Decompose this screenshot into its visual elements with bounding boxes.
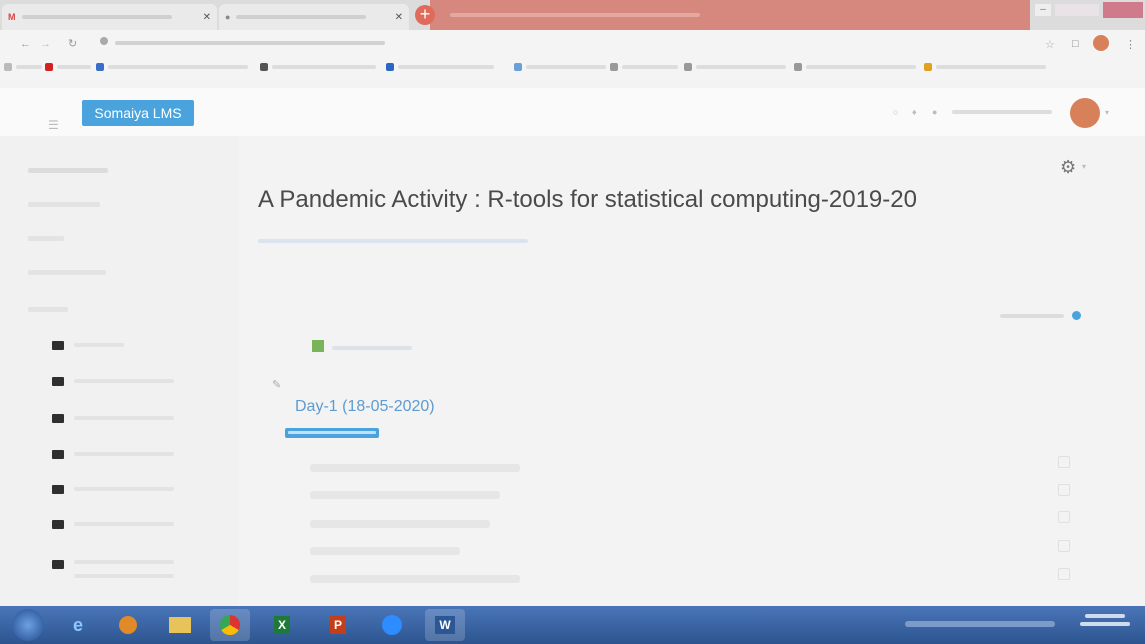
activity-link[interactable] — [310, 520, 490, 528]
gmail-icon: M — [8, 12, 16, 22]
file-explorer-icon[interactable] — [160, 609, 200, 641]
search-icon[interactable]: ○ — [893, 107, 898, 117]
maximize-icon[interactable] — [1055, 4, 1099, 16]
nav-item-competencies[interactable] — [28, 270, 106, 275]
completion-checkbox[interactable] — [1058, 484, 1070, 496]
word-icon[interactable]: W — [425, 609, 465, 641]
completion-checkbox[interactable] — [1058, 568, 1070, 580]
url-field[interactable] — [100, 37, 980, 53]
section-link[interactable] — [74, 416, 174, 420]
forward-icon[interactable]: → — [40, 38, 51, 50]
zoom-icon[interactable] — [372, 609, 412, 641]
nav-item-course[interactable] — [28, 168, 108, 173]
bookmark-6[interactable] — [610, 62, 682, 71]
lock-icon — [100, 37, 108, 45]
activity-link[interactable] — [310, 547, 460, 555]
completion-checkbox[interactable] — [1058, 540, 1070, 552]
extension-icon[interactable]: □ — [1072, 38, 1079, 50]
section-link[interactable] — [74, 487, 174, 491]
nav-item-participants[interactable] — [28, 202, 100, 207]
username-placeholder[interactable] — [952, 107, 1052, 116]
brand-logo[interactable]: Somaiya LMS — [82, 100, 194, 126]
bookmark-4[interactable] — [386, 62, 498, 71]
section-title[interactable]: Day-1 (18-05-2020) — [295, 398, 435, 416]
profile-avatar[interactable] — [1093, 35, 1109, 51]
tab-label-placeholder — [21, 15, 172, 19]
bookmark-3[interactable] — [260, 62, 380, 71]
bookmark-apps[interactable] — [4, 62, 46, 71]
messages-icon[interactable]: ● — [932, 107, 937, 117]
section-link[interactable] — [74, 452, 174, 456]
close-tab-icon[interactable]: ✕ — [203, 12, 211, 23]
tab-label-placeholder — [236, 15, 367, 19]
completion-checkbox[interactable] — [1058, 456, 1070, 468]
bookmark-5[interactable] — [514, 62, 610, 71]
back-icon[interactable]: ← — [20, 38, 31, 50]
taskbar-clock[interactable] — [1070, 608, 1140, 626]
browser-tab-strip-overlay — [430, 0, 1030, 30]
close-window-icon[interactable] — [1103, 2, 1143, 18]
tab-favicon-icon: ● — [225, 12, 231, 22]
completion-checkbox[interactable] — [1058, 511, 1070, 523]
folder-icon — [52, 414, 64, 423]
folder-icon — [52, 485, 64, 494]
chevron-down-icon[interactable]: ▾ — [1082, 162, 1086, 171]
section-link[interactable] — [74, 522, 174, 526]
bookmark-youtube[interactable] — [45, 62, 95, 71]
bookmark-2[interactable] — [96, 62, 252, 71]
system-tray[interactable] — [905, 612, 1065, 636]
section-link[interactable] — [74, 574, 174, 578]
browser-tab-2[interactable]: ● ✕ — [219, 4, 409, 30]
bookmark-8[interactable] — [794, 62, 920, 71]
close-tab-icon[interactable]: ✕ — [395, 12, 403, 23]
url-placeholder — [114, 40, 385, 45]
folder-icon — [52, 560, 64, 569]
activity-link[interactable] — [310, 464, 520, 472]
menu-icon[interactable]: ⋮ — [1125, 38, 1136, 51]
excel-icon[interactable]: X — [262, 609, 302, 641]
new-tab-button[interactable]: + — [415, 5, 435, 25]
folder-icon — [52, 377, 64, 386]
start-button[interactable] — [12, 609, 44, 641]
powerpoint-icon[interactable]: P — [318, 609, 358, 641]
window-controls: – — [1025, 0, 1145, 22]
section-link[interactable] — [74, 560, 174, 564]
chrome-icon[interactable] — [210, 609, 250, 641]
gear-icon[interactable]: ⚙ — [1060, 157, 1076, 178]
star-icon[interactable]: ☆ — [1045, 38, 1055, 51]
minimize-icon[interactable]: – — [1035, 4, 1051, 16]
ie-icon[interactable]: e — [58, 609, 98, 641]
help-icon[interactable] — [1072, 311, 1081, 320]
section-link[interactable] — [74, 379, 174, 383]
section-link[interactable] — [74, 343, 124, 347]
chevron-down-icon[interactable]: ▾ — [1105, 108, 1109, 117]
media-player-icon[interactable] — [108, 609, 148, 641]
restriction-badge — [285, 428, 379, 438]
reload-icon[interactable]: ↻ — [68, 37, 77, 50]
browser-tab-1[interactable]: M ✕ — [2, 4, 217, 30]
forum-icon — [312, 340, 324, 352]
activity-link[interactable] — [310, 575, 520, 583]
folder-icon — [52, 450, 64, 459]
announcements-link[interactable] — [332, 343, 412, 352]
breadcrumb — [258, 236, 528, 245]
bookmark-7[interactable] — [684, 62, 790, 71]
folder-icon — [52, 341, 64, 350]
notification-icon[interactable]: ♦ — [912, 107, 917, 117]
bookmark-9[interactable] — [924, 62, 1050, 71]
activity-link[interactable] — [310, 491, 500, 499]
pencil-icon[interactable]: ✎ — [272, 378, 281, 391]
user-avatar[interactable] — [1070, 98, 1100, 128]
nav-item-badges[interactable] — [28, 236, 64, 241]
nav-item-grades[interactable] — [28, 307, 68, 312]
hamburger-menu-icon[interactable]: ☰ — [48, 118, 59, 132]
page-title: A Pandemic Activity : R-tools for statis… — [258, 186, 917, 213]
folder-icon — [52, 520, 64, 529]
your-progress-label — [1000, 310, 1064, 320]
tray-icons — [905, 621, 1055, 627]
